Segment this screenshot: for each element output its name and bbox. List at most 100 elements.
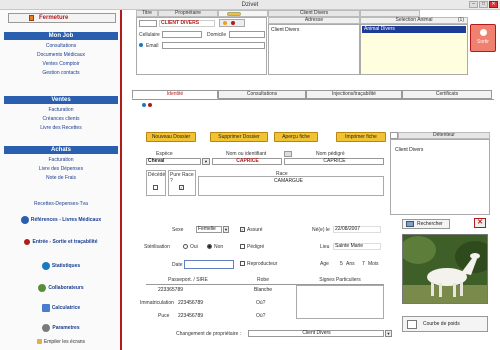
tab-certificats[interactable]: Certificats (402, 90, 492, 99)
pure-race-checkbox[interactable]: ✓ (179, 185, 184, 190)
reproducteur-checkbox[interactable] (240, 261, 245, 266)
empiler-label: Empiler les écrans (43, 339, 86, 345)
changement-select[interactable]: Client Divers (248, 330, 384, 337)
delete-icon[interactable] (231, 21, 235, 25)
selection-list[interactable]: Animal Divers (360, 24, 468, 75)
adresse-box[interactable]: Client Divers (268, 24, 360, 75)
changement-dropdown-icon[interactable]: ▼ (385, 330, 392, 337)
domicile-label: Domicile (207, 32, 227, 38)
close-window-button[interactable]: ✕ (489, 1, 498, 8)
passeport-value[interactable]: 223365789 (158, 287, 183, 293)
courbe-label: Courbe de poids (423, 321, 460, 327)
pedigre-checkbox[interactable] (240, 244, 245, 249)
minimize-button[interactable]: – (469, 1, 478, 8)
sexe-select[interactable]: Femelle (196, 226, 222, 233)
domicile-field[interactable] (229, 31, 265, 38)
ne-field[interactable]: 22/08/2007 (333, 226, 381, 233)
sidebar-item-parametres[interactable]: Parametres (4, 322, 118, 334)
rechercher-button[interactable]: Rechercher (402, 219, 450, 229)
sidebar-item-calculatrice[interactable]: Calculatrice (4, 302, 118, 314)
immat-label: Immatriculation (140, 300, 174, 306)
date-field[interactable] (184, 260, 234, 269)
owner-name[interactable]: CLIENT DIVERS (159, 20, 215, 27)
sidebar-item-ventes-facturation[interactable]: Facturation (4, 106, 118, 114)
tab-consultations[interactable]: Consultations (218, 90, 306, 99)
folder-icon (406, 221, 414, 227)
supprimer-dossier-button[interactable]: Supprimer Dossier (210, 132, 268, 142)
detenteur-list[interactable]: Client Divers (390, 139, 490, 215)
sidebar-item-empiler[interactable]: Empiler les écrans (4, 338, 118, 346)
courbe-poids-button[interactable]: Courbe de poids (402, 316, 488, 332)
signes-header: Signes Particuliers (296, 278, 384, 285)
owner-toolbar (219, 19, 245, 27)
info-icon[interactable] (148, 103, 152, 107)
email-field[interactable] (162, 42, 265, 49)
pure-race-box: Pure Race ? ✓ (168, 170, 196, 196)
copy-icon[interactable] (284, 151, 292, 157)
passeport-header: Passeport. / SIRE (146, 278, 230, 285)
lieu-field[interactable]: Sainte Marie (333, 243, 381, 250)
sidebar-item-consultations[interactable]: Consultations (4, 42, 118, 50)
cellulaire-label: Cellulaire (139, 32, 160, 38)
sterilisation-oui-radio[interactable] (183, 244, 188, 249)
delete-photo-icon[interactable]: ✕ (474, 218, 486, 228)
sexe-label: Sexe (172, 227, 184, 233)
sidebar-item-creances-clients[interactable]: Créances clients (4, 115, 118, 123)
sidebar-item-ventes-comptoir[interactable]: Ventes Comptoir (4, 60, 118, 68)
sidebar-item-recettes-depenses-tva[interactable]: Recettes-Depenses-Tva (4, 200, 118, 208)
email-icon (139, 43, 143, 47)
nom-pedigre-field[interactable]: CAPRICE (284, 158, 384, 165)
references-label: Références - Livres Médicaux (30, 217, 102, 223)
imprimer-fiche-button[interactable]: Imprimer fiche (336, 132, 386, 142)
rechercher-label: Rechercher (417, 221, 443, 227)
titre-field[interactable] (139, 20, 157, 27)
nouveau-dossier-button[interactable]: Nouveau Dossier (146, 132, 196, 142)
sidebar-item-note-frais[interactable]: Note de Frais (4, 174, 118, 182)
selected-animal-row[interactable]: Animal Divers (362, 26, 466, 33)
sidebar-item-gestion-contacts[interactable]: Gestion contacts (4, 69, 118, 77)
puce-ou-label: Où? (256, 313, 266, 319)
horse-photo-icon (403, 235, 487, 303)
decede-checkbox[interactable] (153, 185, 158, 190)
sidebar-item-documents-medicaux[interactable]: Documents Médicaux (4, 51, 118, 59)
tab-injections[interactable]: Injections/traçabilité (306, 90, 402, 99)
detenteur-header: Détenteur (398, 132, 490, 139)
sidebar-item-entree-sortie[interactable]: Entrée - Sortie et traçabilité (4, 236, 118, 248)
sidebar-item-statistiques[interactable]: Statistiques (4, 260, 118, 272)
espece-select[interactable]: Cheval (146, 158, 201, 165)
sortir-button[interactable]: Sortir (470, 24, 496, 52)
selection-header: Selection Animal (1) (360, 17, 468, 24)
apercu-fiche-button[interactable]: Aperçu fiche (274, 132, 318, 142)
immat-value[interactable]: 223456789 (178, 300, 203, 306)
signes-box[interactable] (296, 285, 384, 319)
sidebar-item-achats-facturation[interactable]: Facturation (4, 156, 118, 164)
maximize-button[interactable]: □ (479, 1, 488, 8)
race-box[interactable]: CAMARGUE (198, 176, 384, 196)
section-mon-job: Mon Job (4, 32, 118, 40)
phone-icon[interactable] (223, 21, 227, 25)
assure-checkbox[interactable]: ✓ (240, 227, 245, 232)
sidebar-item-collaborateurs[interactable]: Collaborateurs (4, 282, 118, 294)
cellulaire-field[interactable] (162, 31, 202, 38)
calculator-icon (41, 303, 50, 312)
espece-dropdown-icon[interactable]: ▼ (202, 158, 210, 165)
decede-box: Décédé (146, 170, 166, 196)
sterilisation-non-radio[interactable] (207, 244, 212, 249)
sidebar-item-references[interactable]: Références - Livres Médicaux (4, 214, 118, 226)
sidebar-item-livre-recettes[interactable]: Livre des Recettes (4, 124, 118, 132)
chat-icon[interactable] (142, 103, 146, 107)
fermeture-button[interactable]: Fermeture (8, 13, 116, 23)
edit-owner-icon[interactable] (227, 12, 241, 16)
exit-icon (480, 29, 487, 36)
sidebar: Fermeture Mon Job Consultations Document… (0, 10, 122, 350)
sidebar-item-livre-depenses[interactable]: Livre des Dépenses (4, 165, 118, 173)
robe-value[interactable]: Blanche (254, 287, 272, 293)
puce-value[interactable]: 223456789 (178, 313, 203, 319)
parametres-label: Parametres (52, 325, 80, 331)
nom-field[interactable]: CAPRICE (212, 158, 282, 165)
sexe-dropdown-icon[interactable]: ▼ (223, 226, 229, 233)
assure-label: Assuré (247, 227, 263, 233)
spacer-header (360, 10, 420, 17)
tab-identite[interactable]: Identité (132, 90, 218, 99)
robe-header: Robe (230, 278, 296, 285)
